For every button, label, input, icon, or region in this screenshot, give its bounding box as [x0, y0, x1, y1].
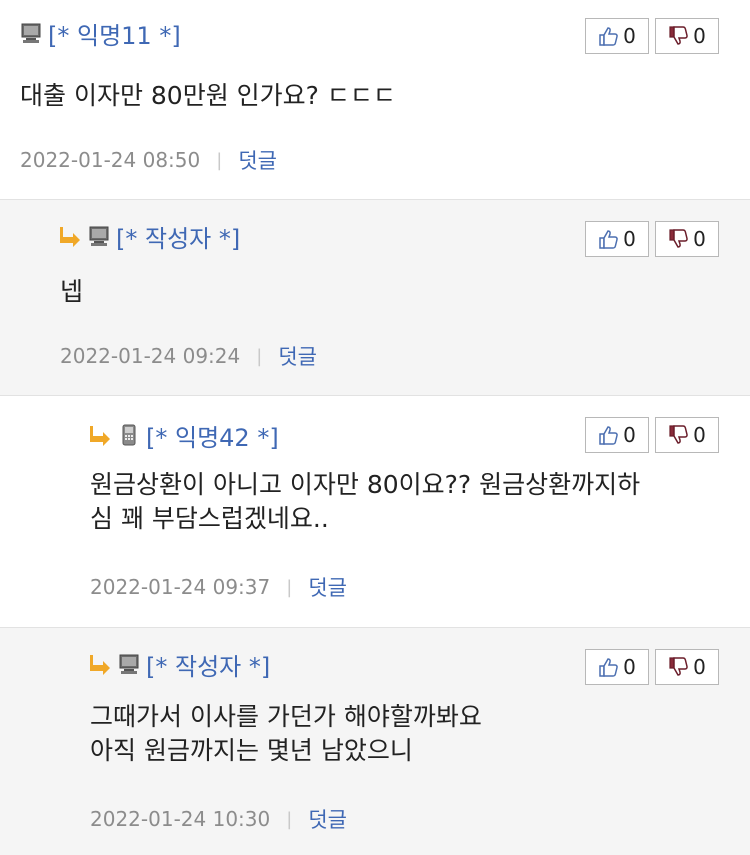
comment-meta: 2022-01-24 09:37 | 덧글 — [90, 572, 347, 602]
like-button[interactable]: 0 — [585, 649, 649, 685]
comment-date: 2022-01-24 08:50 — [20, 148, 201, 172]
dislike-button[interactable]: 0 — [655, 221, 719, 257]
mobile-phone-icon — [122, 424, 136, 446]
comment-body: 넵 — [60, 275, 83, 309]
comment-line: 그때가서 이사를 가던가 해야할까봐요 — [90, 702, 482, 731]
comment-line: 심 꽤 부담스럽겠네요.. — [90, 504, 329, 533]
comment-item: [* 익명11 *] 0 0 대출 이자만 80만원 인가요? ㄷㄷㄷ 2022… — [0, 0, 750, 200]
reply-arrow-icon — [90, 426, 110, 446]
thumbs-up-icon — [599, 658, 618, 677]
comment-date: 2022-01-24 09:37 — [90, 575, 271, 599]
comment-body: 원금상환이 아니고 이자만 80이요?? 원금상환까지하 심 꽤 부담스럽겠네요… — [90, 468, 640, 536]
divider: | — [286, 576, 293, 598]
comment-author[interactable]: [* 익명42 *] — [146, 418, 279, 453]
dislike-button[interactable]: 0 — [655, 649, 719, 685]
divider: | — [216, 149, 223, 171]
divider: | — [256, 345, 263, 367]
comment-author[interactable]: [* 익명11 *] — [48, 16, 181, 51]
divider: | — [286, 808, 293, 830]
like-button[interactable]: 0 — [585, 417, 649, 453]
comment-header: [* 익명42 *] — [90, 418, 279, 452]
dislike-count: 0 — [693, 24, 706, 48]
like-count: 0 — [623, 655, 636, 679]
comment-body: 그때가서 이사를 가던가 해야할까봐요 아직 원금까지는 몇년 남았으니 — [90, 700, 482, 768]
thumbs-up-icon — [599, 27, 618, 46]
comment-author[interactable]: [* 작성자 *] — [116, 219, 240, 254]
desktop-icon — [21, 23, 41, 43]
comment-item: [* 작성자 *] 0 0 그때가서 이사를 가던가 해야할까봐요 아직 원금까… — [0, 628, 750, 855]
dislike-button[interactable]: 0 — [655, 18, 719, 54]
dislike-button[interactable]: 0 — [655, 417, 719, 453]
thumbs-up-icon — [599, 230, 618, 249]
comment-item: [* 작성자 *] 0 0 넵 2022-01-24 09:24 | 덧글 — [0, 200, 750, 396]
comment-line: 원금상환이 아니고 이자만 80이요?? 원금상환까지하 — [90, 470, 641, 499]
like-button[interactable]: 0 — [585, 18, 649, 54]
reply-arrow-icon — [60, 227, 80, 247]
comment-date: 2022-01-24 10:30 — [90, 807, 271, 831]
thumbs-down-icon — [669, 657, 688, 676]
comment-meta: 2022-01-24 09:24 | 덧글 — [60, 341, 317, 371]
reply-link[interactable]: 덧글 — [308, 572, 347, 602]
reply-arrow-icon — [90, 655, 110, 675]
like-count: 0 — [623, 24, 636, 48]
like-count: 0 — [623, 423, 636, 447]
comment-author[interactable]: [* 작성자 *] — [146, 647, 270, 682]
comment-date: 2022-01-24 09:24 — [60, 344, 241, 368]
reply-link[interactable]: 덧글 — [238, 145, 277, 175]
desktop-icon — [119, 654, 139, 674]
thumbs-down-icon — [669, 229, 688, 248]
comment-item: [* 익명42 *] 0 0 원금상환이 아니고 이자만 80이요?? 원금상환… — [0, 396, 750, 628]
like-button[interactable]: 0 — [585, 221, 649, 257]
desktop-icon — [89, 226, 109, 246]
reply-link[interactable]: 덧글 — [278, 341, 317, 371]
vote-buttons: 0 0 — [585, 221, 719, 257]
dislike-count: 0 — [693, 655, 706, 679]
comment-line: 아직 원금까지는 몇년 남았으니 — [90, 736, 413, 765]
comment-header: [* 작성자 *] — [60, 219, 240, 253]
thumbs-down-icon — [669, 425, 688, 444]
comment-line: 넵 — [60, 277, 84, 306]
vote-buttons: 0 0 — [585, 649, 719, 685]
comment-meta: 2022-01-24 10:30 | 덧글 — [90, 804, 347, 834]
like-count: 0 — [623, 227, 636, 251]
dislike-count: 0 — [693, 423, 706, 447]
reply-link[interactable]: 덧글 — [308, 804, 347, 834]
thumbs-up-icon — [599, 426, 618, 445]
comment-line: 대출 이자만 80만원 인가요? ㄷㄷㄷ — [20, 81, 396, 110]
comment-body: 대출 이자만 80만원 인가요? ㄷㄷㄷ — [20, 79, 396, 113]
thumbs-down-icon — [669, 26, 688, 45]
comment-header: [* 익명11 *] — [20, 16, 181, 50]
vote-buttons: 0 0 — [585, 18, 719, 54]
vote-buttons: 0 0 — [585, 417, 719, 453]
comment-meta: 2022-01-24 08:50 | 덧글 — [20, 145, 277, 175]
dislike-count: 0 — [693, 227, 706, 251]
comment-header: [* 작성자 *] — [90, 647, 270, 681]
